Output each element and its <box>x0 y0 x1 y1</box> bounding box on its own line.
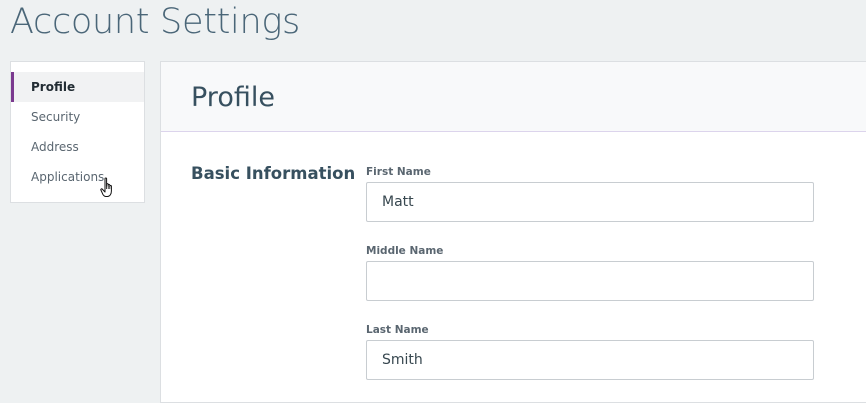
first-name-label: First Name <box>366 166 431 178</box>
sidebar-item-profile[interactable]: Profile <box>11 72 144 102</box>
middle-name-label: Middle Name <box>366 245 444 257</box>
sidebar-item-security[interactable]: Security <box>11 102 144 132</box>
settings-sidebar: Profile Security Address Applications <box>10 61 145 203</box>
last-name-field[interactable] <box>366 340 814 380</box>
panel-header: Profile <box>161 62 866 132</box>
sidebar-item-applications[interactable]: Applications <box>11 162 144 192</box>
first-name-field[interactable] <box>366 182 814 222</box>
last-name-label: Last Name <box>366 324 429 336</box>
panel-title: Profile <box>191 82 275 113</box>
page-title: Account Settings <box>10 2 300 42</box>
sidebar-item-address[interactable]: Address <box>11 132 144 162</box>
hand-pointer-icon <box>100 177 112 197</box>
section-title-basic-information: Basic Information <box>191 164 356 183</box>
middle-name-field[interactable] <box>366 261 814 301</box>
profile-panel: Profile Basic Information First Name Mid… <box>160 61 866 403</box>
